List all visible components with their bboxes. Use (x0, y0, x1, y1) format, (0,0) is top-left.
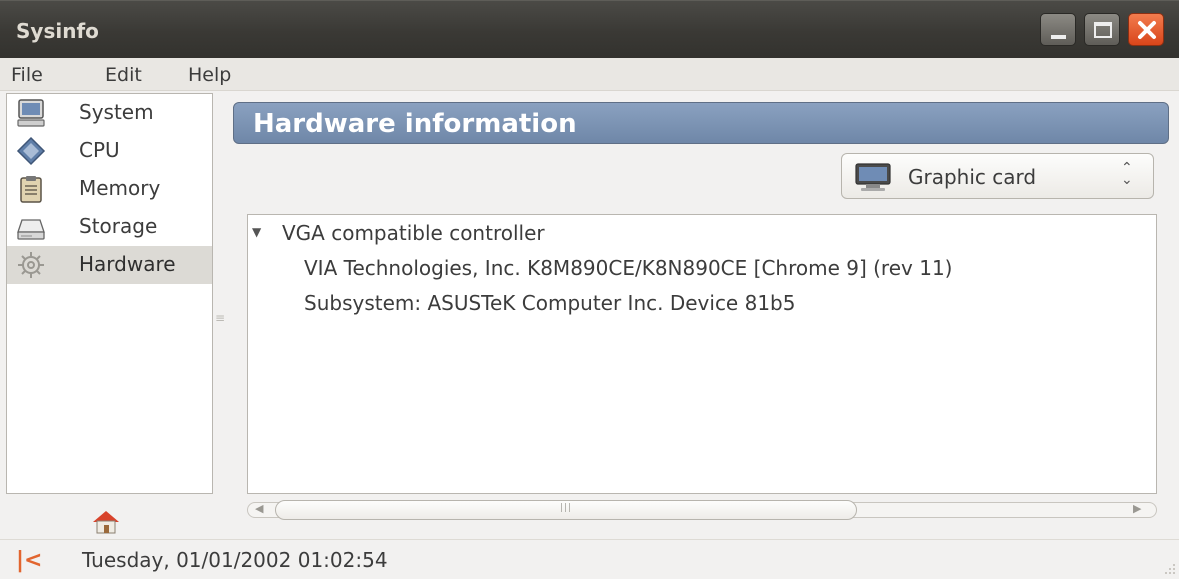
window-titlebar[interactable]: Sysinfo (0, 0, 1179, 58)
menu-edit[interactable]: Edit (105, 64, 142, 86)
menu-file[interactable]: File (11, 64, 43, 86)
status-bar: |< Tuesday, 01/01/2002 01:02:54 (0, 539, 1179, 579)
clipboard-memory-icon (20, 176, 42, 203)
scrollbar-thumb[interactable]: ||| (275, 500, 857, 520)
skip-back-icon[interactable]: |< (16, 548, 42, 573)
pane-resize-handle[interactable]: ≡ (215, 311, 225, 325)
scroll-left-arrow-icon[interactable]: ◀ (255, 502, 263, 515)
work-area: System CPU Memory Storage Hardware ≡ Har… (0, 91, 1179, 539)
sidebar: System CPU Memory Storage Hardware (6, 93, 213, 494)
device-type-select[interactable]: Graphic card ⌃ ⌄ (841, 153, 1154, 199)
sidebar-item-label: CPU (79, 138, 120, 162)
minimize-icon (1051, 35, 1066, 39)
sidebar-item-hardware[interactable]: Hardware (7, 246, 212, 284)
sidebar-item-label: Memory (79, 176, 161, 200)
sidebar-item-cpu[interactable]: CPU (7, 132, 212, 170)
horizontal-scrollbar[interactable]: ◀ ||| ▶ (247, 500, 1157, 520)
menu-help[interactable]: Help (188, 64, 231, 86)
tree-row-child[interactable]: VIA Technologies, Inc. K8M890CE/K8N890CE… (304, 256, 952, 280)
maximize-button[interactable] (1084, 13, 1120, 46)
maximize-icon (1094, 22, 1112, 38)
grip-dots: ||| (560, 503, 573, 513)
page-title: Hardware information (253, 109, 577, 139)
close-icon (1138, 21, 1156, 39)
tree-row-parent[interactable]: VGA compatible controller (282, 221, 545, 245)
expander-triangle-icon[interactable]: ▼ (252, 225, 261, 239)
sidebar-item-memory[interactable]: Memory (7, 170, 212, 208)
sidebar-item-storage[interactable]: Storage (7, 208, 212, 246)
cpu-chip-icon (16, 136, 46, 166)
home-icon (93, 511, 119, 534)
updown-arrows-icon: ⌃ ⌄ (1121, 160, 1133, 188)
gear-icon (18, 252, 44, 278)
drive-icon (17, 219, 45, 240)
close-button[interactable] (1128, 13, 1164, 46)
status-datetime: Tuesday, 01/01/2002 01:02:54 (82, 548, 388, 572)
sidebar-item-label: System (79, 100, 154, 124)
minimize-button[interactable] (1040, 13, 1076, 46)
device-select-value: Graphic card (908, 165, 1037, 189)
sidebar-item-label: Hardware (79, 252, 176, 276)
monitor-icon (17, 99, 45, 127)
resize-grip-icon[interactable] (1163, 562, 1177, 576)
tree-row-child[interactable]: Subsystem: ASUSTeK Computer Inc. Device … (304, 291, 795, 315)
home-button[interactable] (92, 509, 120, 535)
sidebar-item-system[interactable]: System (7, 94, 212, 132)
menu-bar: File Edit Help (0, 58, 1179, 91)
monitor-icon (855, 163, 891, 191)
hardware-tree-view[interactable]: ▼ VGA compatible controller VIA Technolo… (247, 214, 1157, 494)
sidebar-item-label: Storage (79, 214, 158, 238)
scroll-right-arrow-icon[interactable]: ▶ (1133, 502, 1141, 515)
window-title: Sysinfo (16, 19, 99, 43)
section-header: Hardware information (233, 102, 1169, 144)
